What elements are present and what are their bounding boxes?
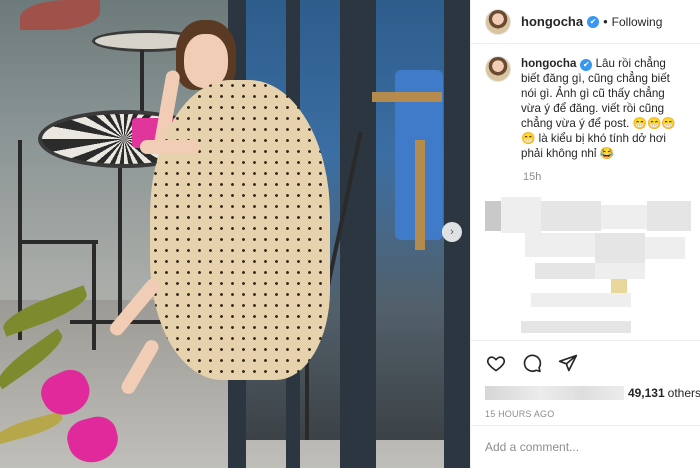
likes-summary[interactable]: 49,131 others: [471, 385, 700, 401]
caption-avatar[interactable]: [485, 56, 511, 82]
caption-text-block: hongocha ✔ Lâu rồi chẳng biết đăng gì, cũ…: [521, 56, 686, 161]
following-button[interactable]: Following: [612, 15, 663, 29]
photo-wood-table: [372, 92, 442, 102]
blurred-pixel: [595, 233, 645, 263]
post-side-panel: hongocha ✔ • Following hongocha ✔ Lâu rồi…: [470, 0, 700, 468]
avatar[interactable]: [485, 8, 511, 35]
blurred-pixel: [535, 263, 595, 279]
heart-outline-icon: [486, 356, 506, 372]
header-username[interactable]: hongocha: [521, 14, 583, 29]
blurred-pixel: [521, 321, 631, 333]
post-timestamp[interactable]: 15 HOURS AGO: [471, 409, 700, 419]
blurred-avatar: [485, 201, 501, 231]
likes-count[interactable]: 49,131: [628, 386, 665, 400]
likes-suffix[interactable]: others: [668, 386, 700, 400]
add-comment-bar: [471, 425, 700, 468]
blurred-liker-names: [485, 386, 624, 400]
blurred-comment: [485, 197, 691, 337]
paper-plane-icon: [558, 354, 578, 372]
photo-plant-flowers: [20, 0, 100, 30]
caption-time: 15h: [523, 171, 542, 183]
post-photo[interactable]: ›: [0, 0, 470, 468]
blurred-pixel: [595, 263, 645, 279]
blurred-pixel: [645, 237, 685, 259]
blurred-pixel: [611, 279, 627, 293]
photo-chair-frame: [92, 240, 96, 350]
photo-wood-leg: [415, 140, 425, 250]
add-comment-input[interactable]: [485, 440, 675, 454]
photo-polka-dress: [150, 80, 330, 380]
post-header: hongocha ✔ • Following: [471, 0, 700, 44]
photo-window-frame: [340, 0, 376, 468]
verified-badge-icon: ✔: [587, 15, 600, 28]
share-button[interactable]: [557, 352, 579, 374]
photo-table-leg: [118, 168, 122, 328]
next-photo-arrow-icon[interactable]: ›: [442, 222, 462, 242]
header-separator: •: [603, 14, 608, 29]
caption-username[interactable]: hongocha: [521, 57, 576, 70]
comment-button[interactable]: [521, 352, 543, 374]
action-icons-row: [471, 341, 700, 385]
photo-chair-frame: [18, 240, 98, 244]
blurred-pixel: [501, 197, 541, 233]
speech-bubble-icon: [523, 354, 542, 373]
photo-forearm: [140, 140, 200, 154]
comments-list: hongocha ✔ Lâu rồi chẳng biết đăng gì, cũ…: [471, 44, 700, 370]
blurred-pixel: [525, 233, 595, 257]
caption-body: Lâu rồi chẳng biết đăng gì, cũng chẳng b…: [521, 57, 676, 160]
like-button[interactable]: [485, 352, 507, 374]
blurred-pixel: [647, 201, 691, 231]
caption: hongocha ✔ Lâu rồi chẳng biết đăng gì, cũ…: [485, 56, 686, 161]
blurred-pixel: [541, 201, 601, 231]
blurred-pixel: [601, 205, 647, 229]
blurred-pixel: [531, 293, 631, 307]
verified-badge-icon: ✔: [580, 58, 593, 71]
